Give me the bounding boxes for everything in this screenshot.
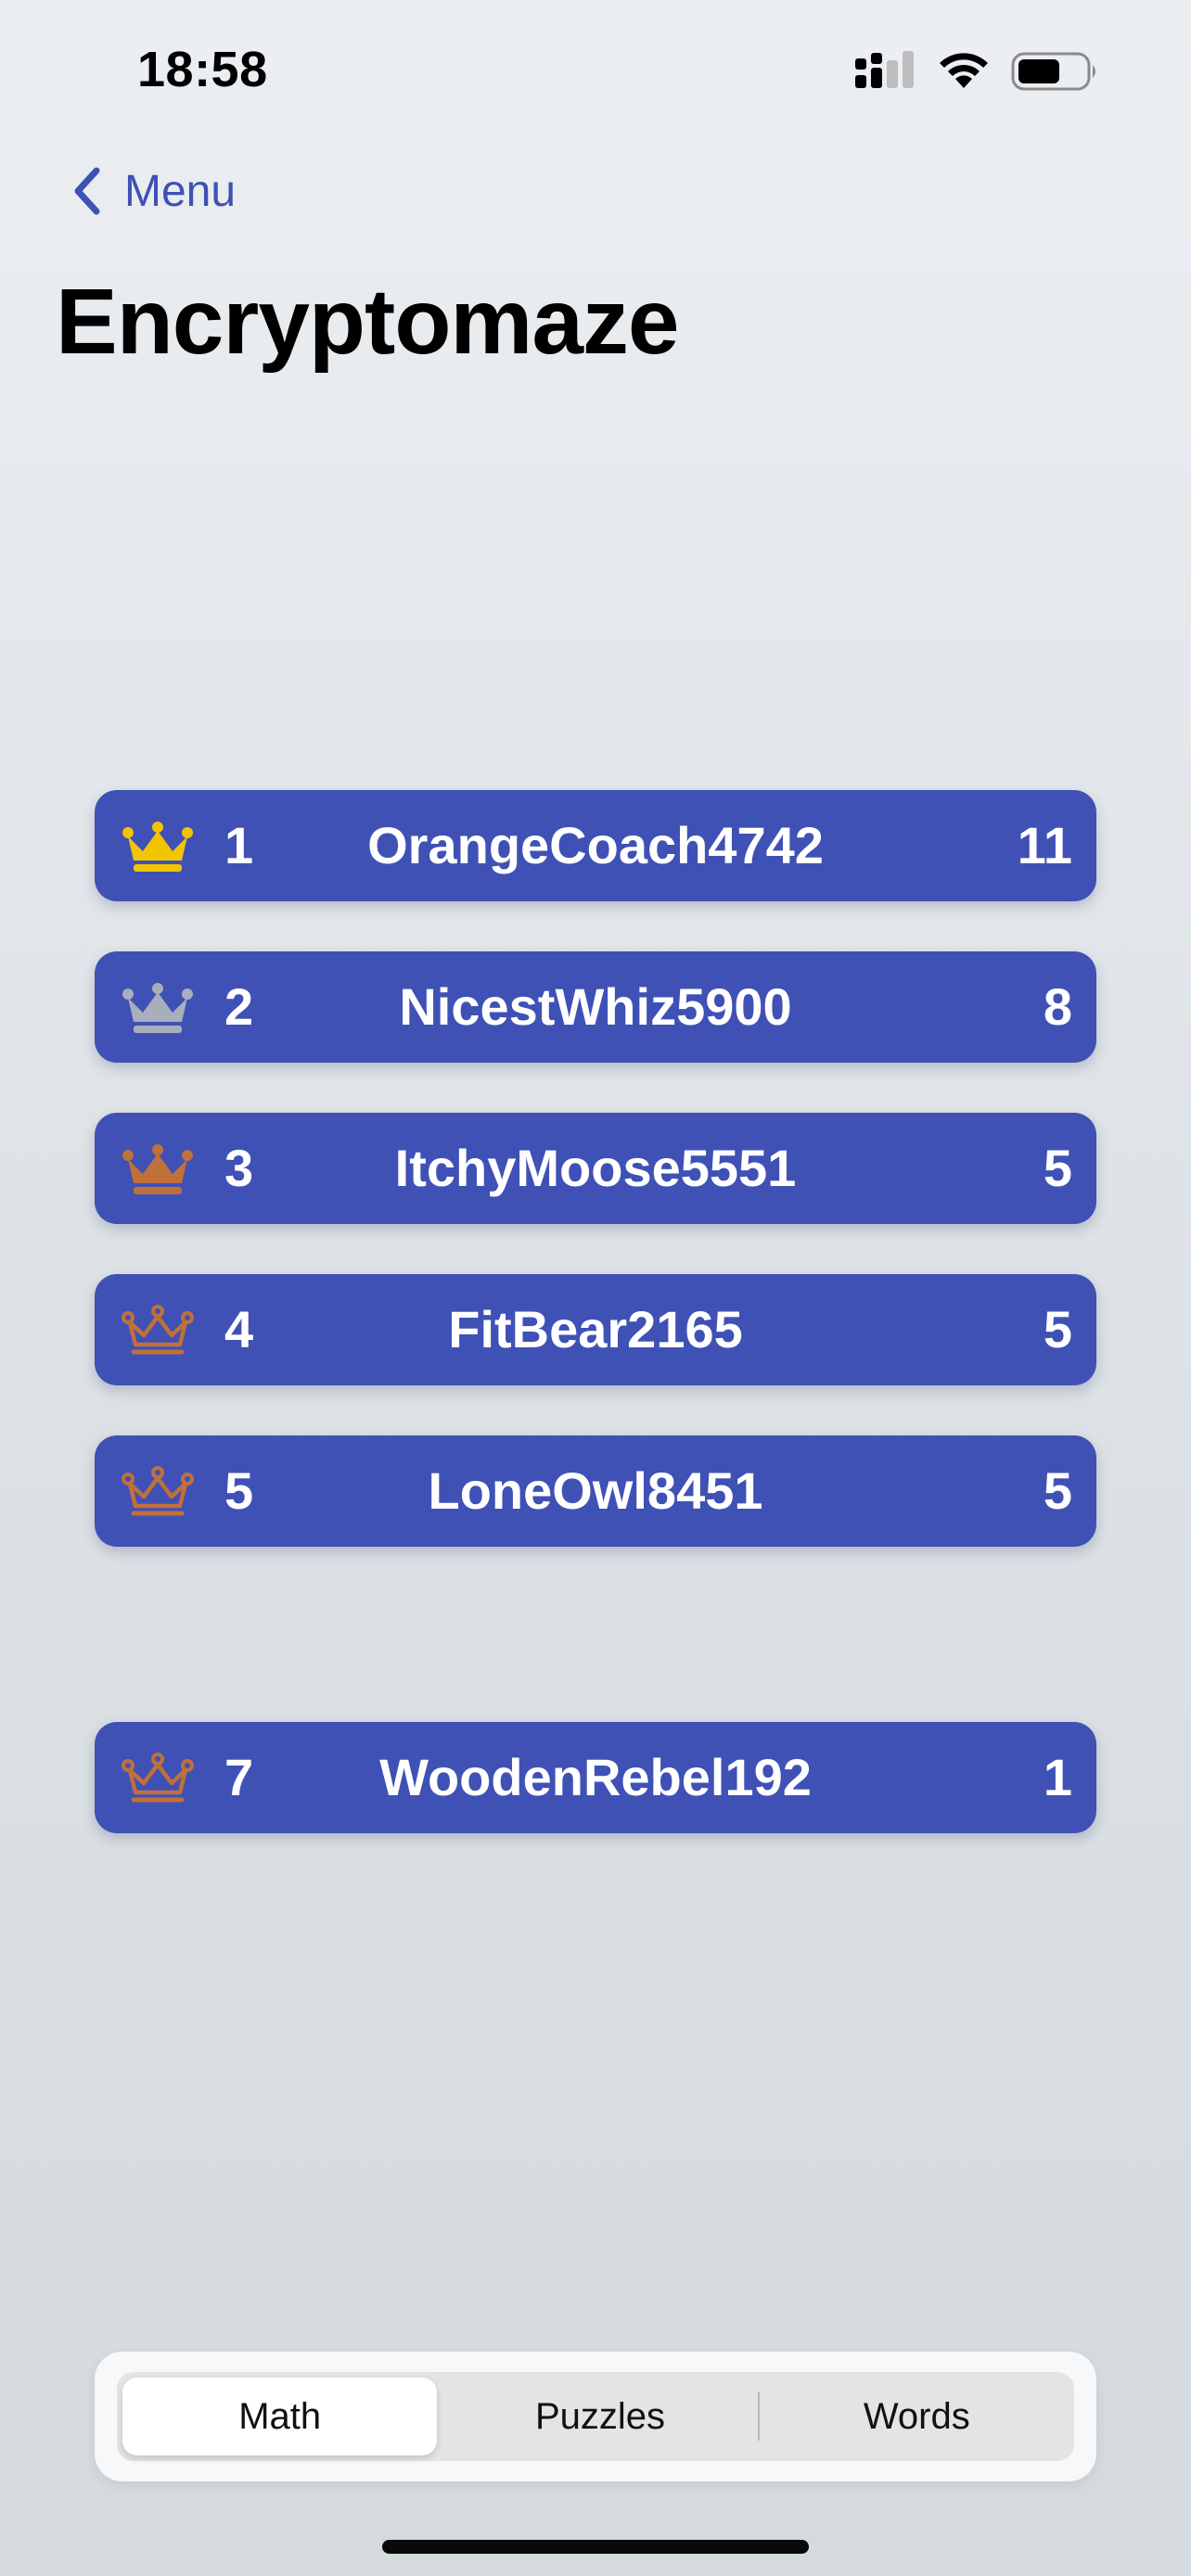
leaderboard-row[interactable]: 3 ItchyMoose5551 5 xyxy=(95,1113,1096,1224)
leaderboard-score: 5 xyxy=(1043,1139,1072,1197)
leaderboard-player-name: LoneOwl8451 xyxy=(428,1461,763,1520)
leaderboard-rank: 3 xyxy=(224,1139,254,1197)
cellular-signal-icon xyxy=(855,51,914,88)
wifi-icon xyxy=(940,53,988,88)
leaderboard-player-name: ItchyMoose5551 xyxy=(394,1139,797,1197)
leaderboard-player-name: OrangeCoach4742 xyxy=(367,816,824,874)
leaderboard-player-name: WoodenRebel192 xyxy=(379,1748,812,1806)
leaderboard-score: 5 xyxy=(1043,1461,1072,1520)
leaderboard-player-name: FitBear2165 xyxy=(448,1300,743,1358)
crown-gold-icon xyxy=(122,822,193,872)
crown-outline-icon xyxy=(122,1753,194,1803)
tab-words[interactable]: Words xyxy=(760,2372,1074,2461)
leaderboard-rank: 5 xyxy=(224,1461,254,1520)
segmented-control: Math Puzzles Words xyxy=(117,2372,1074,2461)
leaderboard-player-name: NicestWhiz5900 xyxy=(399,977,792,1036)
leaderboard-score: 11 xyxy=(1017,816,1072,874)
leaderboard-row[interactable]: 4 FitBear2165 5 xyxy=(95,1274,1096,1385)
leaderboard-rank: 4 xyxy=(224,1300,254,1358)
back-button[interactable]: Menu xyxy=(69,163,236,219)
page-title: Encryptomaze xyxy=(56,270,680,374)
leaderboard-rank: 7 xyxy=(224,1748,254,1806)
home-indicator xyxy=(382,2540,809,2554)
status-bar: 18:58 xyxy=(0,0,1191,139)
leaderboard-rank: 1 xyxy=(224,816,254,874)
leaderboard-row[interactable]: 1 OrangeCoach4742 11 xyxy=(95,790,1096,901)
leaderboard-row[interactable]: 5 LoneOwl8451 5 xyxy=(95,1435,1096,1547)
leaderboard-score: 5 xyxy=(1043,1300,1072,1358)
leaderboard-score: 8 xyxy=(1043,977,1072,1036)
battery-icon xyxy=(1011,52,1095,91)
crown-bronze-icon xyxy=(122,1144,193,1194)
leaderboard-row[interactable]: 2 NicestWhiz5900 8 xyxy=(95,951,1096,1063)
back-button-label: Menu xyxy=(124,166,237,216)
category-tab-bar: Math Puzzles Words xyxy=(95,2352,1096,2481)
leaderboard-rank: 2 xyxy=(224,977,254,1036)
status-icons xyxy=(855,48,1100,95)
crown-outline-icon xyxy=(122,1466,194,1516)
leaderboard-score: 1 xyxy=(1043,1748,1072,1806)
crown-outline-icon xyxy=(122,1305,194,1355)
tab-math[interactable]: Math xyxy=(122,2378,438,2455)
chevron-left-icon xyxy=(74,167,100,215)
status-time: 18:58 xyxy=(137,42,268,97)
tab-puzzles[interactable]: Puzzles xyxy=(442,2372,757,2461)
crown-silver-icon xyxy=(122,983,193,1033)
leaderboard-row-current-user[interactable]: 7 WoodenRebel192 1 xyxy=(95,1722,1096,1833)
